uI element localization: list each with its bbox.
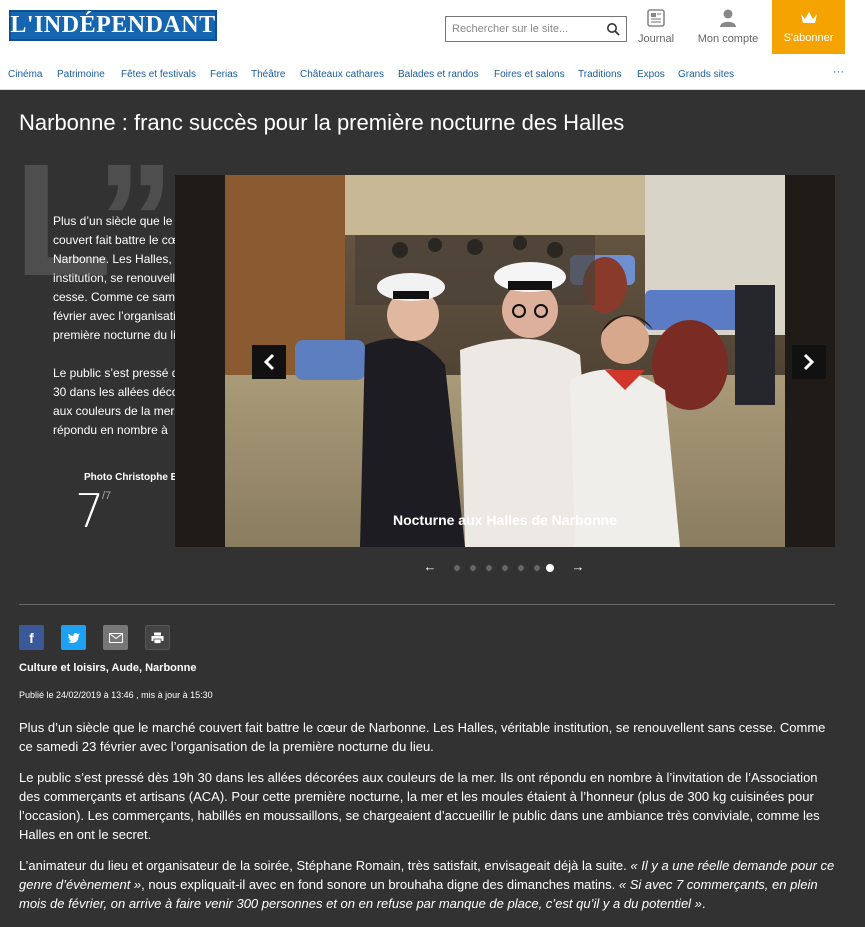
nav-item-ferias[interactable]: Ferias bbox=[210, 69, 238, 80]
p3-text-a: L’animateur du lieu et organisateur de l… bbox=[19, 858, 631, 873]
nav-more-button[interactable]: ··· bbox=[833, 66, 844, 78]
facebook-icon: f bbox=[29, 629, 34, 646]
category-nav: Cinéma Patrimoine Fêtes et festivals Fer… bbox=[0, 60, 865, 90]
account-button[interactable]: Mon compte bbox=[692, 8, 764, 52]
section-divider bbox=[19, 604, 835, 605]
envelope-icon bbox=[108, 632, 123, 643]
printer-icon bbox=[151, 632, 164, 644]
newspaper-icon bbox=[647, 9, 665, 27]
nav-item-patrimoine[interactable]: Patrimoine bbox=[57, 69, 105, 80]
nav-item-theatre[interactable]: Théâtre bbox=[251, 69, 285, 80]
site-header: L'INDÉPENDANT Journal Mon compte S'abonn… bbox=[0, 0, 865, 60]
nav-item-expos[interactable]: Expos bbox=[637, 69, 665, 80]
chevron-right-icon bbox=[803, 353, 815, 371]
subscribe-button[interactable]: S'abonner bbox=[772, 0, 845, 54]
slide-next-button[interactable] bbox=[792, 345, 826, 379]
nav-item-foires[interactable]: Foires et salons bbox=[494, 69, 565, 80]
nav-item-traditions[interactable]: Traditions bbox=[578, 69, 622, 80]
pager-dot-6[interactable] bbox=[534, 565, 540, 571]
share-facebook-button[interactable]: f bbox=[19, 625, 44, 650]
article-tags[interactable]: Culture et loisirs, Aude, Narbonne bbox=[19, 662, 196, 674]
article-paragraph-1: Plus d’un siècle que le marché couvert f… bbox=[19, 720, 826, 754]
logo-text: L'INDÉPENDANT bbox=[10, 12, 216, 38]
search-icon[interactable] bbox=[606, 22, 620, 36]
nav-item-chateaux[interactable]: Châteaux cathares bbox=[300, 69, 384, 80]
journal-label: Journal bbox=[637, 33, 675, 45]
article-body: Plus d’un siècle que le marché couvert f… bbox=[19, 718, 841, 925]
slide-pager: ← → bbox=[420, 560, 590, 576]
account-label: Mon compte bbox=[697, 33, 759, 45]
pager-dot-5[interactable] bbox=[518, 565, 524, 571]
pager-dot-7-active[interactable] bbox=[546, 564, 554, 572]
pager-dot-3[interactable] bbox=[486, 565, 492, 571]
slide-counter: 7 /7 bbox=[75, 484, 111, 538]
pager-dot-2[interactable] bbox=[470, 565, 476, 571]
share-twitter-button[interactable] bbox=[61, 625, 86, 650]
slide-total-number: /7 bbox=[102, 490, 112, 502]
pager-dot-4[interactable] bbox=[502, 565, 508, 571]
site-logo[interactable]: L'INDÉPENDANT bbox=[9, 10, 217, 41]
publication-date: Publié le 24/02/2019 à 13:46 , mis à jou… bbox=[19, 690, 213, 700]
p3-text-b: , nous expliquait-il avec en fond sonore… bbox=[141, 877, 619, 892]
chevron-left-icon bbox=[263, 353, 275, 371]
twitter-icon bbox=[67, 632, 80, 643]
article-paragraph-3: L’animateur du lieu et organisateur de l… bbox=[19, 856, 841, 913]
journal-button[interactable]: Journal bbox=[636, 8, 676, 52]
slide-prev-button[interactable] bbox=[252, 345, 286, 379]
search-box[interactable] bbox=[445, 16, 627, 42]
slide-current-number: 7 bbox=[75, 484, 105, 538]
share-email-button[interactable] bbox=[103, 625, 128, 650]
nav-item-balades[interactable]: Balades et randos bbox=[398, 69, 479, 80]
p3-text-c: . bbox=[701, 896, 706, 911]
nav-item-grands-sites[interactable]: Grands sites bbox=[678, 69, 734, 80]
nav-item-fetes[interactable]: Fêtes et festivals bbox=[121, 69, 196, 80]
print-button[interactable] bbox=[145, 625, 170, 650]
photo-caption: Nocturne aux Halles de Narbonne bbox=[392, 512, 618, 528]
crown-icon bbox=[800, 12, 817, 23]
search-input[interactable] bbox=[446, 17, 596, 41]
pager-next-arrow-icon[interactable]: → bbox=[570, 560, 586, 576]
subscribe-label: S'abonner bbox=[783, 32, 834, 44]
nav-item-cinema[interactable]: Cinéma bbox=[8, 69, 42, 80]
article-paragraph-2: Le public s’est pressé dès 19h 30 dans l… bbox=[19, 770, 820, 842]
pager-dot-1[interactable] bbox=[454, 565, 460, 571]
user-icon bbox=[720, 9, 736, 27]
pager-prev-arrow-icon[interactable]: ← bbox=[422, 560, 438, 576]
